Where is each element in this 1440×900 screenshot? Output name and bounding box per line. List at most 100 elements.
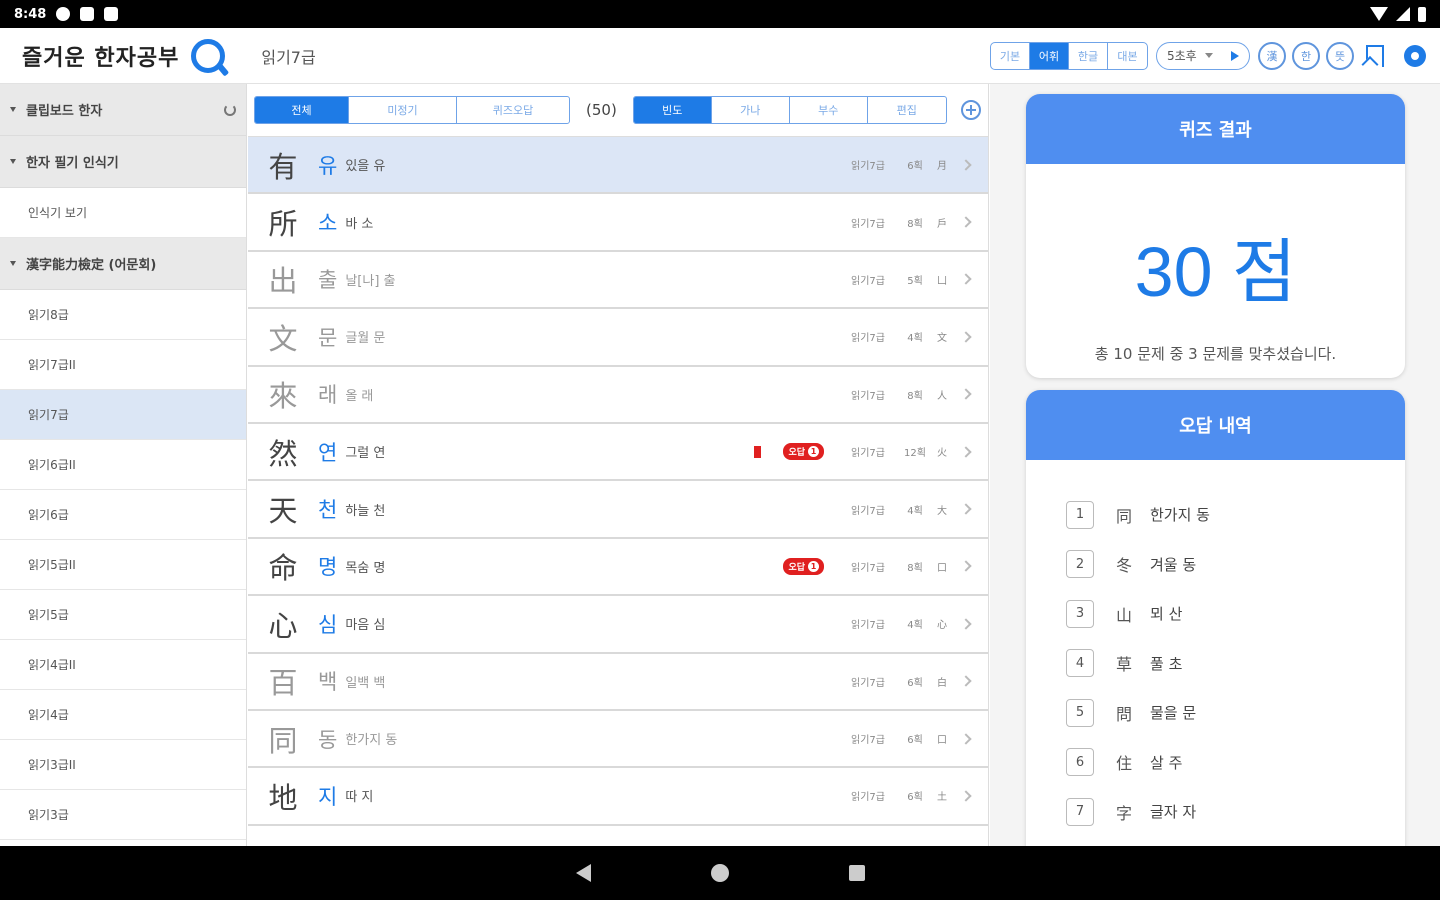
- sidebar-item[interactable]: 읽기6급: [0, 490, 246, 540]
- sidebar-item[interactable]: 읽기5급II: [0, 540, 246, 590]
- sidebar-group[interactable]: 클립보드 한자: [0, 84, 246, 136]
- sidebar-group[interactable]: 漢字能力檢定 (어문회): [0, 238, 246, 290]
- hanja-meta: 읽기7급 4획 大: [838, 502, 988, 517]
- hanja-radical: 月: [937, 161, 947, 173]
- sidebar-item[interactable]: 읽기4급II: [0, 640, 246, 690]
- sidebar-item[interactable]: 읽기7급II: [0, 340, 246, 390]
- wrong-answers-list: 1 同 한가지 동 2 冬 겨울 동 3 山 뫼 산 4 草 풀 초 5 問 물을 문 6 住 살 주 7 字 글자 자: [1026, 460, 1405, 837]
- hanja-row[interactable]: 地지 따 지 읽기7급 6획 土: [248, 768, 988, 826]
- mode-tab[interactable]: 어휘: [1030, 42, 1069, 69]
- hanja-level: 읽기7급: [851, 333, 885, 345]
- hanja-radical: 戶: [937, 218, 947, 230]
- mode-tab[interactable]: 한글: [1069, 42, 1108, 69]
- hanja-meta: 오답 1 읽기7급 8획 口: [783, 557, 988, 575]
- sort-tab[interactable]: 편집: [868, 97, 946, 123]
- sidebar-item[interactable]: 읽기4급: [0, 690, 246, 740]
- wrong-badge-count: 1: [808, 560, 819, 572]
- wrong-answer-item[interactable]: 7 字 글자 자: [1066, 787, 1405, 837]
- sidebar-group-label: 클립보드 한자: [26, 104, 103, 119]
- hanja-row[interactable]: 所소 바 소 읽기7급 8획 戶: [248, 194, 988, 252]
- hanja-reading: 소: [318, 211, 338, 236]
- display-toggle-button[interactable]: 뜻: [1326, 41, 1354, 70]
- hanja-row[interactable]: 天 천 하늘 천 읽기7급 4획 大: [248, 481, 988, 539]
- hanja-char: 天: [268, 494, 298, 529]
- sidebar-item[interactable]: 읽기6급II: [0, 440, 246, 490]
- wrong-answer-item[interactable]: 3 山 뫼 산: [1066, 589, 1405, 639]
- gear-icon[interactable]: [1404, 44, 1426, 67]
- sidebar-item[interactable]: 읽기3급II: [0, 740, 246, 790]
- sidebar-item[interactable]: 읽기3급: [0, 790, 246, 840]
- hanja-reading: 지: [318, 784, 338, 809]
- wrong-answer-item[interactable]: 4 草 풀 초: [1066, 639, 1405, 689]
- sidebar-item[interactable]: 읽기5급: [0, 590, 246, 640]
- hanja-char: 同: [268, 723, 298, 758]
- wrong-answer-hanja: 住: [1116, 754, 1133, 774]
- sidebar-item[interactable]: 읽기8급: [0, 290, 246, 340]
- recent-apps-icon[interactable]: [848, 865, 865, 881]
- mode-tab[interactable]: 기본: [991, 42, 1030, 69]
- sort-filter: 빈도 가나 부수 편집: [632, 96, 947, 124]
- hanja-meaning: 올 래: [345, 388, 374, 404]
- wrong-answer-hanja: 冬: [1116, 556, 1133, 576]
- sort-tab[interactable]: 가나: [712, 97, 790, 123]
- hanja-row[interactable]: 出 출 날[나] 출 읽기7급 5획 凵: [248, 251, 988, 310]
- hanja-row[interactable]: 文 문 글월 문 읽기7급 4획 文: [248, 309, 988, 367]
- mode-tab[interactable]: 대본: [1108, 43, 1147, 69]
- hanja-reading: 천: [318, 498, 338, 523]
- hanja-row[interactable]: 然 연 그럴 연 오답 1 읽기7급 12획 火: [248, 423, 988, 482]
- scope-tab[interactable]: 퀴즈오답: [457, 97, 569, 123]
- sidebar-group[interactable]: 한자 필기 인식기: [0, 136, 246, 188]
- search-logo-icon[interactable]: [191, 38, 226, 73]
- hanja-row[interactable]: 命 명 목숨 명 오답 1 읽기7급 8획 口: [248, 538, 988, 597]
- hanja-strokes: 8획: [907, 562, 923, 574]
- chevron-right-icon: [960, 675, 972, 687]
- item-count: (50): [586, 101, 617, 119]
- hanja-level: 읽기7급: [851, 161, 885, 173]
- app-bar: 즐거운 한자공부 읽기7급 기본 어휘 한글 대본 5초후 漢한뜻: [0, 28, 1440, 84]
- hanja-char: 地: [268, 780, 298, 815]
- hanja-row[interactable]: 百 백 일백 백 읽기7급 6획 白: [248, 653, 988, 711]
- hanja-meta: 읽기7급 8획 戶: [838, 215, 988, 230]
- scope-tab[interactable]: 전체: [255, 97, 349, 123]
- hanja-radical: 火: [937, 448, 947, 460]
- quiz-result-card: 퀴즈 결과 30 점 총 10 문제 중 3 문제를 맞추셨습니다.: [1026, 94, 1405, 378]
- hanja-reading: 동: [318, 727, 338, 752]
- refresh-icon[interactable]: [224, 103, 236, 116]
- filter-bar: 전체 미정기 퀴즈오답 (50) 빈도 가나 부수 편집: [248, 84, 988, 136]
- chevron-right-icon: [960, 790, 972, 802]
- hanja-row[interactable]: 來래 올 래 읽기7급 8획 人: [248, 366, 988, 424]
- sidebar-item-label: 읽기3급: [28, 808, 69, 822]
- hanja-strokes: 6획: [907, 792, 923, 804]
- scope-tab[interactable]: 미정기: [349, 97, 457, 123]
- hanja-level: 읽기7급: [851, 218, 885, 230]
- wrong-answer-item[interactable]: 2 冬 겨울 동: [1066, 540, 1405, 590]
- sort-tab[interactable]: 빈도: [633, 97, 712, 123]
- hanja-row[interactable]: 有 유 있을 유 읽기7급 6획 月: [248, 137, 988, 195]
- sidebar-item[interactable]: 읽기7급: [0, 390, 246, 440]
- time-select[interactable]: 5초후: [1156, 41, 1250, 70]
- back-icon[interactable]: [575, 864, 591, 882]
- display-toggle-button[interactable]: 한: [1292, 41, 1320, 70]
- hanja-radical: 人: [937, 390, 947, 402]
- sidebar-group-label: 漢字能力檢定 (어문회): [26, 258, 157, 273]
- wrong-answer-hanja: 同: [1116, 506, 1133, 526]
- hanja-row[interactable]: 心 심 마음 심 읽기7급 4획 心: [248, 596, 988, 654]
- hanja-strokes: 6획: [907, 677, 923, 689]
- sort-tab[interactable]: 부수: [790, 97, 868, 123]
- wrong-answer-item[interactable]: 6 住 살 주: [1066, 738, 1405, 788]
- add-icon[interactable]: [960, 100, 981, 120]
- wrong-answer-item[interactable]: 5 問 물을 문: [1066, 688, 1405, 738]
- home-icon[interactable]: [710, 864, 729, 882]
- wrong-answer-hanja: 字: [1116, 803, 1133, 823]
- sidebar-item-label: 읽기5급: [28, 608, 69, 622]
- hanja-reading: 명: [318, 555, 338, 580]
- quiz-score-description: 총 10 문제 중 3 문제를 맞추셨습니다.: [1094, 345, 1337, 363]
- play-icon[interactable]: [1231, 50, 1239, 61]
- display-toggle-button[interactable]: 漢: [1258, 41, 1286, 70]
- quiz-score: 30 점: [1134, 233, 1297, 311]
- wrong-answer-item[interactable]: 1 同 한가지 동: [1066, 490, 1405, 540]
- hanja-reading: 문: [318, 325, 338, 350]
- hanja-row[interactable]: 同 동 한가지 동 읽기7급 6획 口: [248, 710, 988, 769]
- bookmark-icon[interactable]: [1366, 44, 1384, 67]
- sidebar-item[interactable]: 인식기 보기: [0, 188, 246, 238]
